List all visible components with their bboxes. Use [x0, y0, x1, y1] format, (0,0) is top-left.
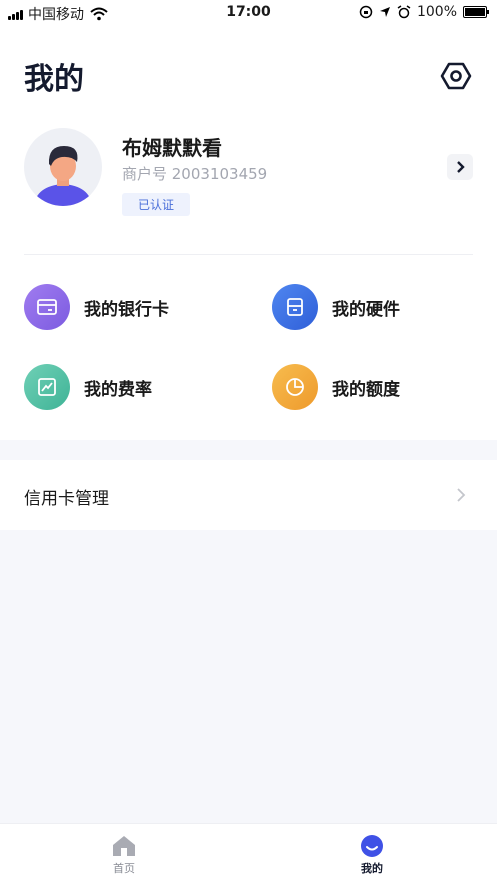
tab-label: 首页 [113, 862, 135, 875]
menu-bank-card[interactable]: 我的银行卡 [24, 284, 169, 330]
divider [24, 254, 473, 255]
chevron-right-icon [457, 488, 466, 502]
avatar-illustration [34, 146, 92, 206]
battery-icon [463, 6, 489, 18]
avatar[interactable] [24, 128, 102, 206]
settings-icon[interactable] [440, 60, 472, 92]
rotation-lock-icon [359, 5, 373, 19]
profile-section: 我的 布姆默默看 商户号 2003103459 已认证 我的银行卡 我的硬件 我… [0, 26, 497, 440]
pie-icon [272, 364, 318, 410]
status-bar: 中国移动 17:00 100% [0, 0, 497, 26]
user-name: 布姆默默看 [122, 136, 222, 160]
menu-label: 我的费率 [84, 379, 152, 400]
tab-mine[interactable]: 我的 [332, 834, 412, 876]
menu-label: 我的硬件 [332, 299, 400, 320]
menu-hardware[interactable]: 我的硬件 [272, 284, 400, 330]
page-title: 我的 [24, 62, 84, 97]
device-icon [272, 284, 318, 330]
menu-quota[interactable]: 我的额度 [272, 364, 400, 410]
verified-badge: 已认证 [122, 193, 191, 216]
menu-label: 我的额度 [332, 379, 400, 400]
credit-card-management-row[interactable]: 信用卡管理 [0, 460, 497, 530]
location-icon [379, 7, 390, 17]
status-right: 100% [359, 4, 489, 20]
home-icon [113, 836, 135, 856]
profile-detail-button[interactable] [447, 154, 473, 180]
alarm-icon [397, 5, 411, 19]
smile-icon [361, 835, 383, 857]
chevron-right-icon [457, 161, 465, 173]
tab-home[interactable]: 首页 [84, 834, 164, 876]
chart-icon [24, 364, 70, 410]
merchant-number: 商户号 2003103459 [122, 165, 268, 183]
tab-bar: 首页 我的 [0, 823, 497, 884]
battery-percent: 100% [416, 4, 457, 20]
credit-card-management-label: 信用卡管理 [24, 489, 109, 509]
menu-rate[interactable]: 我的费率 [24, 364, 152, 410]
menu-label: 我的银行卡 [84, 299, 169, 320]
tab-label: 我的 [361, 862, 383, 875]
card-icon [24, 284, 70, 330]
